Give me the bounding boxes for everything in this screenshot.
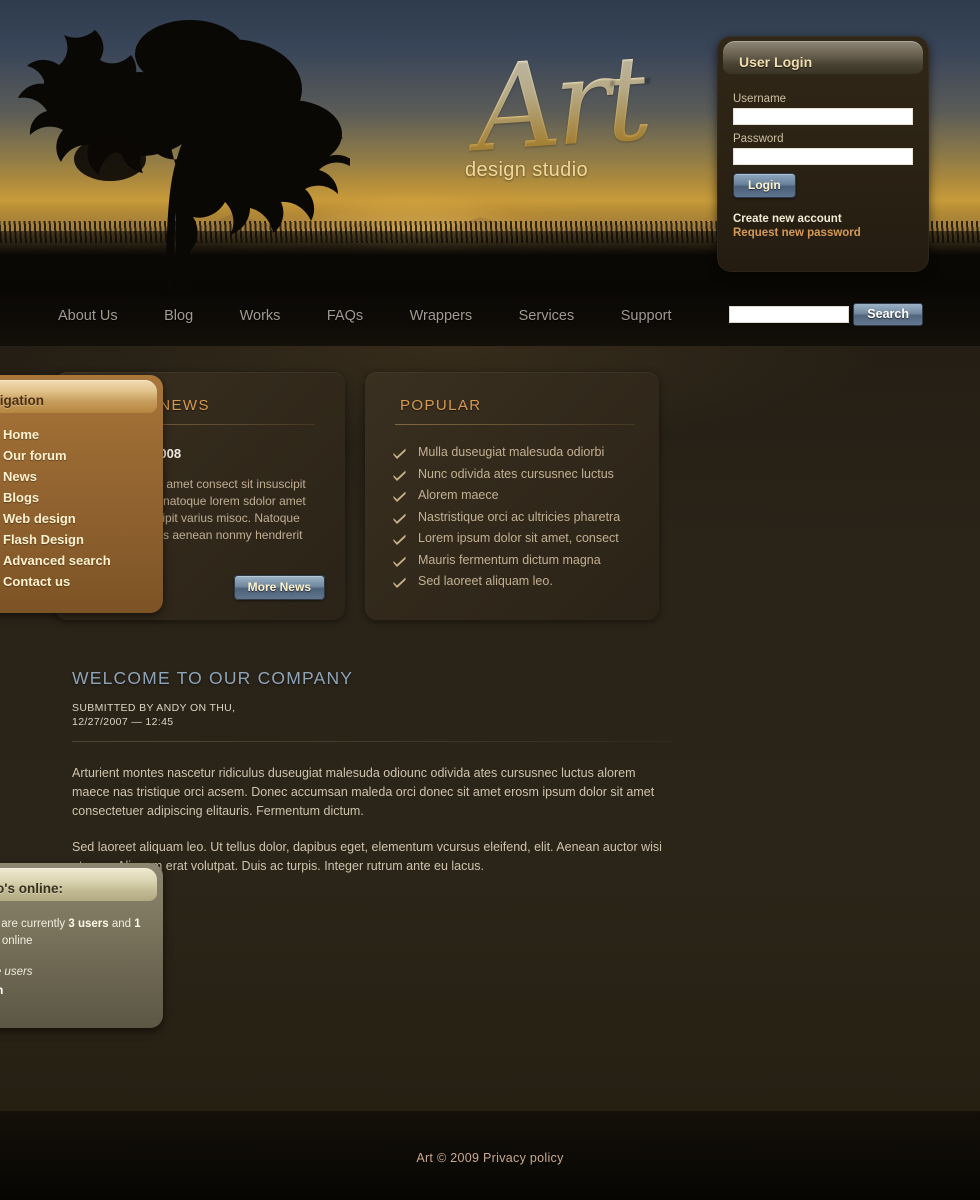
article-block: WELCOME TO OUR COMPANY SUBMITTED BY ANDY…: [72, 668, 672, 876]
popular-link-4[interactable]: Nastristique orci ac ultricies pharetra: [418, 510, 620, 524]
list-item[interactable]: Nastristique orci ac ultricies pharetra: [393, 510, 620, 524]
page-title: WELCOME TO OUR COMPANY: [72, 668, 354, 688]
site-logo[interactable]: Art design studio: [455, 29, 685, 220]
online-summary-prefix: There are currently: [0, 918, 66, 930]
popular-divider: [395, 424, 635, 425]
whos-online-panel: Who's online: There are currently 3 user…: [0, 863, 163, 1028]
sidebar-link-news[interactable]: News: [3, 469, 37, 484]
navigation-panel: Navigation Home Our forum News Blogs Web…: [0, 375, 163, 613]
page-root: Art design studio User Login Username Pa…: [0, 0, 980, 1200]
password-input[interactable]: [733, 148, 913, 165]
list-item[interactable]: Sed laoreet aliquam leo.: [393, 574, 620, 588]
popular-block: POPULAR Mulla duseugiat malesuda odiorbi…: [365, 372, 659, 620]
article-meta: SUBMITTED BY ANDY ON THU, 12/27/2007 — 1…: [72, 701, 672, 729]
footer-copyright: Art © 2009 Privacy policy: [416, 1151, 564, 1165]
navigation-panel-title: Navigation: [0, 393, 45, 408]
password-label: Password: [733, 133, 784, 145]
sidebar-item-blogs[interactable]: Blogs: [0, 490, 111, 505]
whos-online-body: There are currently 3 users and 1 guest …: [0, 916, 146, 999]
sidebar-item-news[interactable]: News: [0, 469, 111, 484]
nav-item-wrappers[interactable]: Wrappers: [410, 308, 473, 324]
online-summary-mid: and: [108, 918, 135, 930]
create-account-link[interactable]: Create new account: [733, 213, 913, 225]
popular-link-7[interactable]: Sed laoreet aliquam leo.: [418, 574, 553, 588]
nav-links: About Us Blog Works FAQs Wrappers Servic…: [58, 307, 714, 325]
sidebar-item-advanced-search[interactable]: Advanced search: [0, 553, 111, 568]
article-meta-line2: 12/27/2007 — 12:45: [72, 716, 174, 728]
sidebar-link-advanced-search[interactable]: Advanced search: [3, 553, 111, 568]
check-icon: [393, 491, 406, 502]
whos-online-title: Who's online:: [0, 881, 63, 896]
sidebar-link-contact-us[interactable]: Contact us: [3, 574, 70, 589]
navigation-panel-header: Navigation: [0, 380, 157, 413]
popular-list: Mulla duseugiat malesuda odiorbi Nunc od…: [393, 445, 620, 596]
sidebar-nav-list: Home Our forum News Blogs Web design Fla…: [0, 427, 111, 595]
sidebar-item-our-forum[interactable]: Our forum: [0, 448, 111, 463]
logo-wordmark: Art: [451, 29, 650, 179]
search-button[interactable]: Search: [853, 303, 923, 326]
username-label: Username: [733, 93, 787, 105]
nav-item-support[interactable]: Support: [621, 308, 672, 324]
popular-link-3[interactable]: Alorem maece: [418, 488, 499, 502]
article-divider: [72, 741, 672, 742]
hero-banner: Art design studio User Login Username Pa…: [0, 0, 980, 295]
online-users-label: Online users: [0, 966, 33, 978]
sidebar-item-web-design[interactable]: Web design: [0, 511, 111, 526]
list-item[interactable]: Alorem maece: [393, 488, 620, 502]
sidebar-link-home[interactable]: Home: [3, 427, 39, 442]
list-item[interactable]: Lorem ipsum dolor sit amet, consect: [393, 531, 620, 545]
more-news-button[interactable]: More News: [233, 575, 325, 600]
list-item[interactable]: Mauris fermentum dictum magna: [393, 553, 620, 567]
tree-silhouette-icon: [0, 0, 350, 294]
article-paragraph-1: Arturient montes nascetur ridiculus duse…: [72, 766, 655, 818]
search-input[interactable]: [729, 306, 850, 323]
sidebar-item-flash-design[interactable]: Flash Design: [0, 532, 111, 547]
online-summary-suffix: online: [0, 935, 33, 947]
check-icon: [393, 556, 406, 567]
page-footer: Art © 2009 Privacy policy: [0, 1111, 980, 1200]
nav-item-about-us[interactable]: About Us: [58, 308, 118, 324]
sidebar-link-our-forum[interactable]: Our forum: [3, 448, 67, 463]
request-password-link[interactable]: Request new password: [733, 227, 913, 239]
article-meta-line1: SUBMITTED BY ANDY ON THU,: [72, 702, 236, 714]
sidebar-item-contact-us[interactable]: Contact us: [0, 574, 111, 589]
check-icon: [393, 448, 406, 459]
username-input[interactable]: [733, 108, 913, 125]
nav-item-blog[interactable]: Blog: [164, 308, 193, 324]
online-user-name[interactable]: admin: [0, 982, 146, 999]
search-area: Search: [729, 303, 923, 326]
login-panel-header: User Login: [723, 41, 923, 74]
check-icon: [393, 534, 406, 545]
login-panel-title: User Login: [739, 54, 813, 70]
check-icon: [393, 513, 406, 524]
sidebar-link-blogs[interactable]: Blogs: [3, 490, 39, 505]
list-item[interactable]: Mulla duseugiat malesuda odiorbi: [393, 445, 620, 459]
popular-link-2[interactable]: Nunc odivida ates cursusnec luctus: [418, 467, 614, 481]
popular-link-1[interactable]: Mulla duseugiat malesuda odiorbi: [418, 445, 604, 459]
main-navigation-bar: About Us Blog Works FAQs Wrappers Servic…: [0, 296, 980, 346]
whos-online-header: Who's online:: [0, 868, 157, 901]
popular-link-6[interactable]: Mauris fermentum dictum magna: [418, 553, 601, 567]
check-icon: [393, 470, 406, 481]
login-button[interactable]: Login: [733, 173, 796, 198]
sidebar-item-home[interactable]: Home: [0, 427, 111, 442]
user-login-panel: User Login Username Password Login Creat…: [717, 36, 929, 272]
nav-item-services[interactable]: Services: [519, 308, 575, 324]
online-users-count: 3 users: [68, 918, 109, 930]
nav-item-works[interactable]: Works: [240, 308, 281, 324]
popular-title: POPULAR: [400, 397, 482, 414]
nav-item-faqs[interactable]: FAQs: [327, 308, 363, 324]
sidebar-link-web-design[interactable]: Web design: [3, 511, 76, 526]
check-icon: [393, 577, 406, 588]
sidebar-link-flash-design[interactable]: Flash Design: [3, 532, 84, 547]
logo-tagline: design studio: [465, 159, 589, 181]
list-item[interactable]: Nunc odivida ates cursusnec luctus: [393, 467, 620, 481]
popular-link-5[interactable]: Lorem ipsum dolor sit amet, consect: [418, 531, 619, 545]
